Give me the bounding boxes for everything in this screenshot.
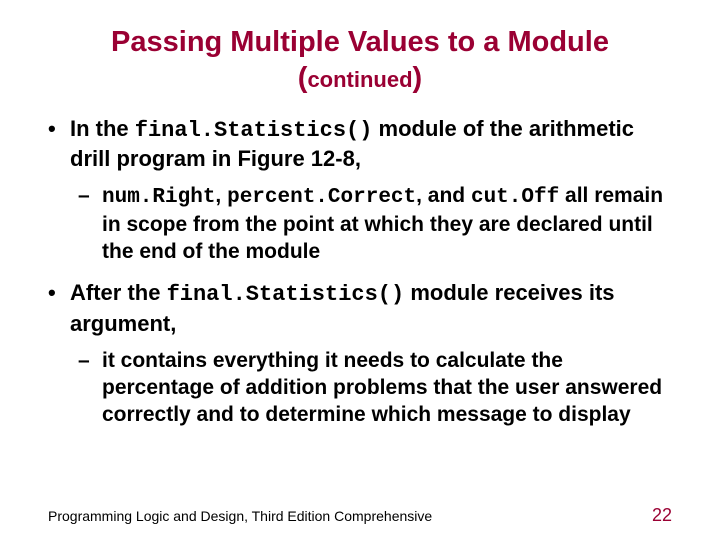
bullet-1: In the final.Statistics() module of the …: [70, 115, 672, 266]
sub1-code2: percent.Correct: [227, 186, 416, 209]
title-paren-open: (: [298, 62, 308, 94]
footer-text: Programming Logic and Design, Third Edit…: [48, 508, 432, 524]
sub1-sep1: ,: [215, 184, 227, 207]
slide-title: Passing Multiple Values to a Module (con…: [48, 24, 672, 97]
bullet-1-pre: In the: [70, 116, 135, 141]
sub1-sep2: , and: [416, 184, 471, 207]
sub1-code3: cut.Off: [471, 186, 559, 209]
bullet-1-code: final.Statistics(): [135, 118, 373, 143]
page-number: 22: [652, 505, 672, 526]
bullet-2-sub: it contains everything it needs to calcu…: [102, 348, 672, 429]
title-continued: continued: [307, 67, 412, 92]
bullet-2: After the final.Statistics() module rece…: [70, 279, 672, 428]
bullet-list: In the final.Statistics() module of the …: [48, 115, 672, 429]
bullet-1-sublist: num.Right, percent.Correct, and cut.Off …: [70, 183, 672, 266]
sub1-code1: num.Right: [102, 186, 215, 209]
bullet-2-sublist: it contains everything it needs to calcu…: [70, 348, 672, 429]
slide: Passing Multiple Values to a Module (con…: [0, 0, 720, 540]
bullet-1-sub: num.Right, percent.Correct, and cut.Off …: [102, 183, 672, 266]
title-line-1: Passing Multiple Values to a Module: [48, 24, 672, 60]
bullet-2-code: final.Statistics(): [167, 282, 405, 307]
title-paren-close: ): [413, 62, 423, 94]
bullet-2-pre: After the: [70, 280, 167, 305]
title-line-2: (continued): [48, 60, 672, 96]
footer: Programming Logic and Design, Third Edit…: [0, 505, 720, 526]
